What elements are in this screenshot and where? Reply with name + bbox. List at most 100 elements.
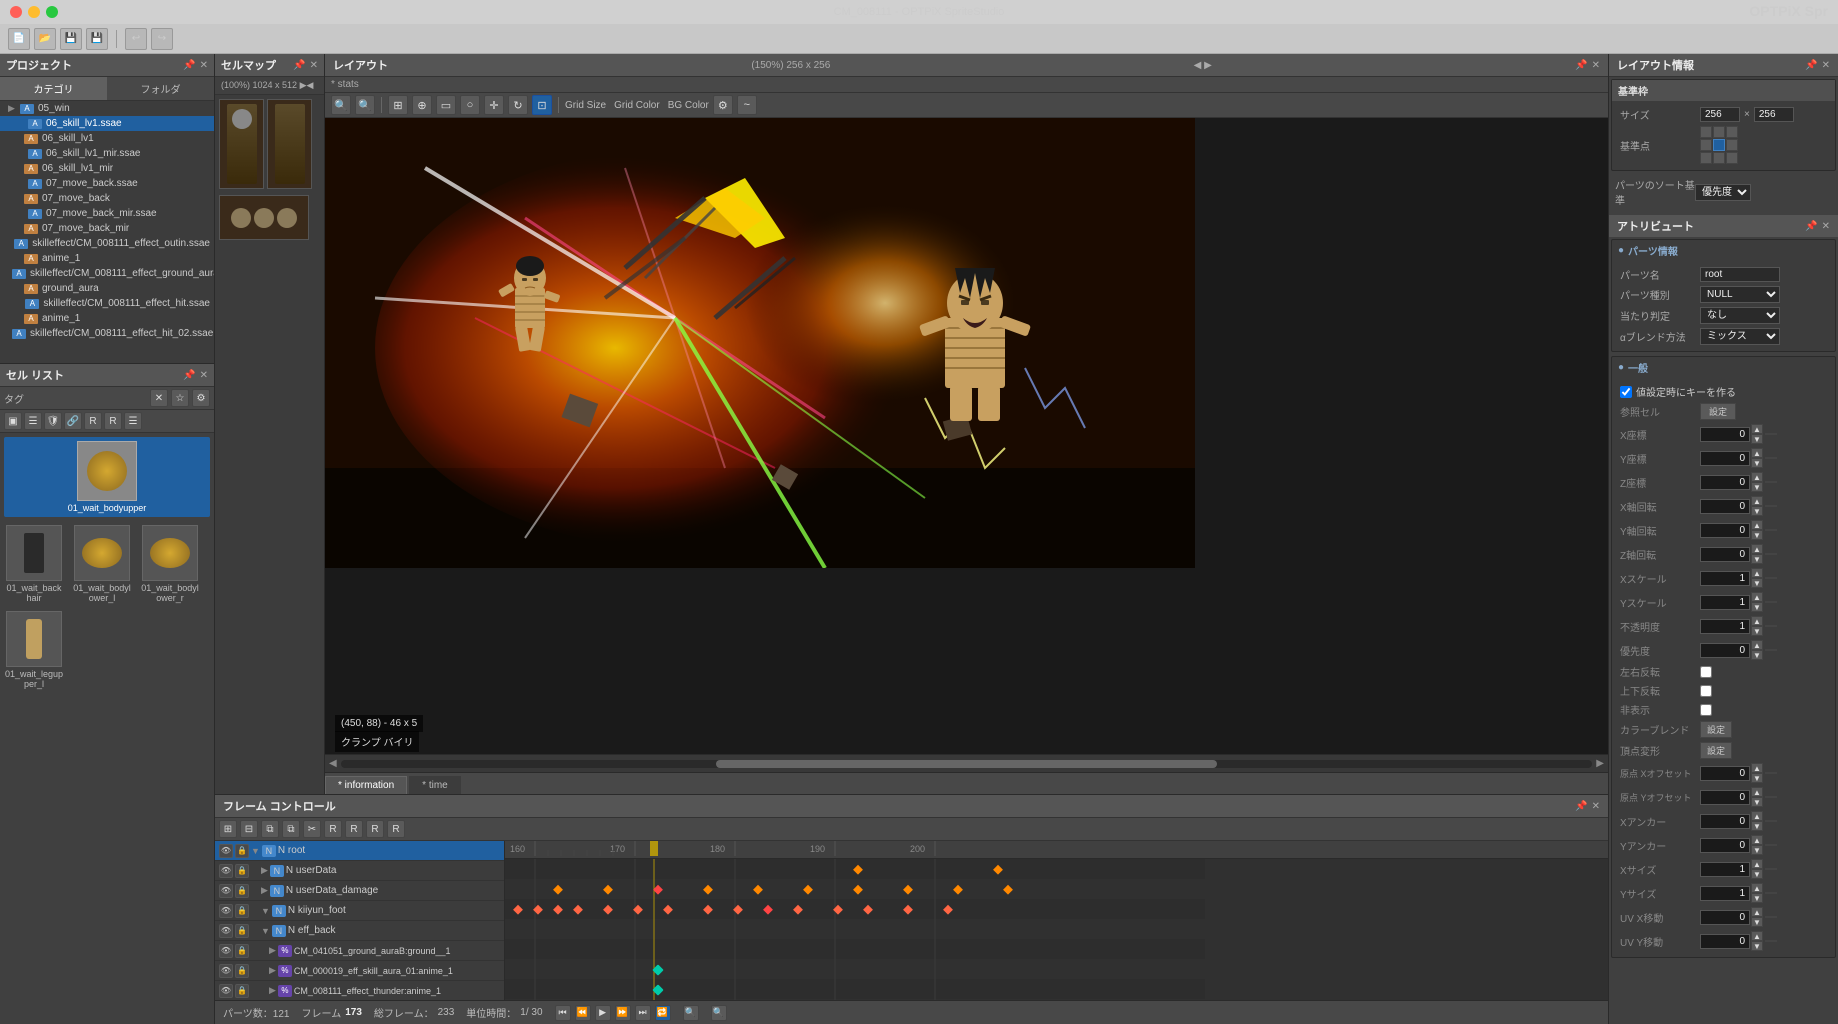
anchor-tr[interactable]: [1726, 126, 1738, 138]
zoom-out-tool[interactable]: 🔍: [355, 95, 375, 115]
z-input[interactable]: [1700, 475, 1750, 490]
go-start[interactable]: ⏮: [555, 1005, 571, 1021]
y-down[interactable]: ▼: [1751, 458, 1763, 468]
zrot-input[interactable]: [1700, 547, 1750, 562]
uvx-input[interactable]: [1700, 910, 1750, 925]
key-on-set-checkbox[interactable]: [1620, 386, 1632, 398]
tree-item-ssae4[interactable]: A 07_move_back_mir.ssae: [0, 206, 214, 221]
maximize-button[interactable]: [46, 6, 58, 18]
size-h-input[interactable]: [1754, 107, 1794, 122]
rotate-tool[interactable]: ↻: [508, 95, 528, 115]
anchor-y-up[interactable]: ▲: [1751, 835, 1763, 845]
track-eye-5[interactable]: 👁: [219, 944, 233, 958]
yrot-down[interactable]: ▼: [1751, 530, 1763, 540]
origin-y-up[interactable]: ▲: [1751, 787, 1763, 797]
opacity-input[interactable]: [1700, 619, 1750, 634]
tree-item-anim4[interactable]: A 07_move_back_mir: [0, 221, 214, 236]
track-root[interactable]: 👁 🔒 ▼ N N root: [215, 841, 504, 861]
tab-folder[interactable]: フォルダ: [107, 77, 214, 100]
frame-r1[interactable]: R: [324, 820, 342, 838]
cel-list-view2[interactable]: ☰: [24, 412, 42, 430]
layout-pin[interactable]: 📌: [1575, 60, 1587, 71]
xrot-up[interactable]: ▲: [1751, 496, 1763, 506]
parts-info-toggle[interactable]: ● パーツ情報: [1612, 240, 1835, 261]
color-blend-button[interactable]: 設定: [1700, 721, 1732, 738]
origin-y-down[interactable]: ▼: [1751, 797, 1763, 807]
project-close[interactable]: ✕: [200, 60, 208, 71]
yscale-up[interactable]: ▲: [1751, 592, 1763, 602]
xscale-up[interactable]: ▲: [1751, 568, 1763, 578]
cel-shield[interactable]: 🛡: [44, 412, 62, 430]
grid-tool[interactable]: ⊞: [388, 95, 408, 115]
step-forward[interactable]: ⏩: [615, 1005, 631, 1021]
frame-del[interactable]: ⊟: [240, 820, 258, 838]
xrot-down[interactable]: ▼: [1751, 506, 1763, 516]
anchor-mc[interactable]: [1713, 139, 1725, 151]
zoom-in-tool[interactable]: 🔍: [331, 95, 351, 115]
y-slider[interactable]: [1765, 457, 1777, 459]
flip-h-checkbox[interactable]: [1700, 666, 1712, 678]
track-userdata[interactable]: 👁 🔒 ▶ N N userData: [215, 861, 504, 881]
sizey-slider[interactable]: [1765, 892, 1777, 894]
xscale-input[interactable]: [1700, 571, 1750, 586]
collision-select[interactable]: なし: [1700, 307, 1780, 324]
scroll-thumb[interactable]: [716, 760, 1217, 768]
tab-information[interactable]: information: [325, 776, 407, 794]
tree-item-ssae8[interactable]: A skilleffect/CM_008111_effect_hit_02.ss…: [0, 326, 214, 341]
cel-map-close[interactable]: ✕: [310, 60, 318, 71]
cel-link[interactable]: 🔗: [64, 412, 82, 430]
info-close[interactable]: ✕: [1822, 60, 1830, 71]
origin-y-input[interactable]: [1700, 790, 1750, 805]
minimize-button[interactable]: [28, 6, 40, 18]
sizey-input[interactable]: [1700, 886, 1750, 901]
track-kiiyun[interactable]: 👁 🔒 ▼ N N kiiyun_foot: [215, 901, 504, 921]
yscale-input[interactable]: [1700, 595, 1750, 610]
tab-time[interactable]: time: [409, 776, 461, 794]
extra-tool[interactable]: ~: [737, 95, 757, 115]
zrot-down[interactable]: ▼: [1751, 554, 1763, 564]
layout-close[interactable]: ✕: [1592, 60, 1600, 71]
cel-list-r2[interactable]: R: [104, 412, 122, 430]
cel-list-view1[interactable]: ▣: [4, 412, 22, 430]
uvy-input[interactable]: [1700, 934, 1750, 949]
yscale-slider[interactable]: [1765, 601, 1777, 603]
cel-item-2[interactable]: 01_wait_bodylower_l: [72, 525, 132, 603]
sprite-2[interactable]: [267, 99, 312, 189]
y-input[interactable]: [1700, 451, 1750, 466]
track-userdata-damage[interactable]: 👁 🔒 ▶ N N userData_damage: [215, 881, 504, 901]
rect-tool[interactable]: ▭: [436, 95, 456, 115]
timeline[interactable]: 160 170 180 190 200: [505, 841, 1608, 1000]
settings-tool[interactable]: ⚙: [713, 95, 733, 115]
track-effback[interactable]: 👁 🔒 ▼ N N eff_back: [215, 921, 504, 941]
sort-select[interactable]: 優先度: [1695, 184, 1751, 201]
stats-tab[interactable]: * stats: [331, 79, 359, 90]
track-lock-2[interactable]: 🔒: [235, 884, 249, 898]
tree-item-ssae1[interactable]: A 06_skill_lv1.ssae: [0, 116, 214, 131]
sizey-up[interactable]: ▲: [1751, 883, 1763, 893]
tree-item-anim2[interactable]: A 06_skill_lv1_mir: [0, 161, 214, 176]
redo-button[interactable]: ↪: [151, 28, 173, 50]
frame-r2[interactable]: R: [345, 820, 363, 838]
tree-item-ssae3[interactable]: A 07_move_back.ssae: [0, 176, 214, 191]
sizey-down[interactable]: ▼: [1751, 893, 1763, 903]
hidden-checkbox[interactable]: [1700, 704, 1712, 716]
flip-v-checkbox[interactable]: [1700, 685, 1712, 697]
anchor-x-slider[interactable]: [1765, 820, 1777, 822]
cel-r[interactable]: R: [84, 412, 102, 430]
track-eye-7[interactable]: 👁: [219, 984, 233, 998]
uvx-up[interactable]: ▲: [1751, 907, 1763, 917]
anchor-y-slider[interactable]: [1765, 844, 1777, 846]
xscale-slider[interactable]: [1765, 577, 1777, 579]
tree-item-ssae7[interactable]: A skilleffect/CM_008111_effect_hit.ssae: [0, 296, 214, 311]
yrot-input[interactable]: [1700, 523, 1750, 538]
attr-close[interactable]: ✕: [1822, 221, 1830, 232]
xrot-input[interactable]: [1700, 499, 1750, 514]
track-lock-5[interactable]: 🔒: [235, 944, 249, 958]
anchor-mr[interactable]: [1726, 139, 1738, 151]
loop-toggle[interactable]: 🔁: [655, 1005, 671, 1021]
circle-tool[interactable]: ○: [460, 95, 480, 115]
zoom-out-time[interactable]: 🔍: [711, 1005, 727, 1021]
close-button[interactable]: [10, 6, 22, 18]
uvx-slider[interactable]: [1765, 916, 1777, 918]
track-lock-1[interactable]: 🔒: [235, 864, 249, 878]
